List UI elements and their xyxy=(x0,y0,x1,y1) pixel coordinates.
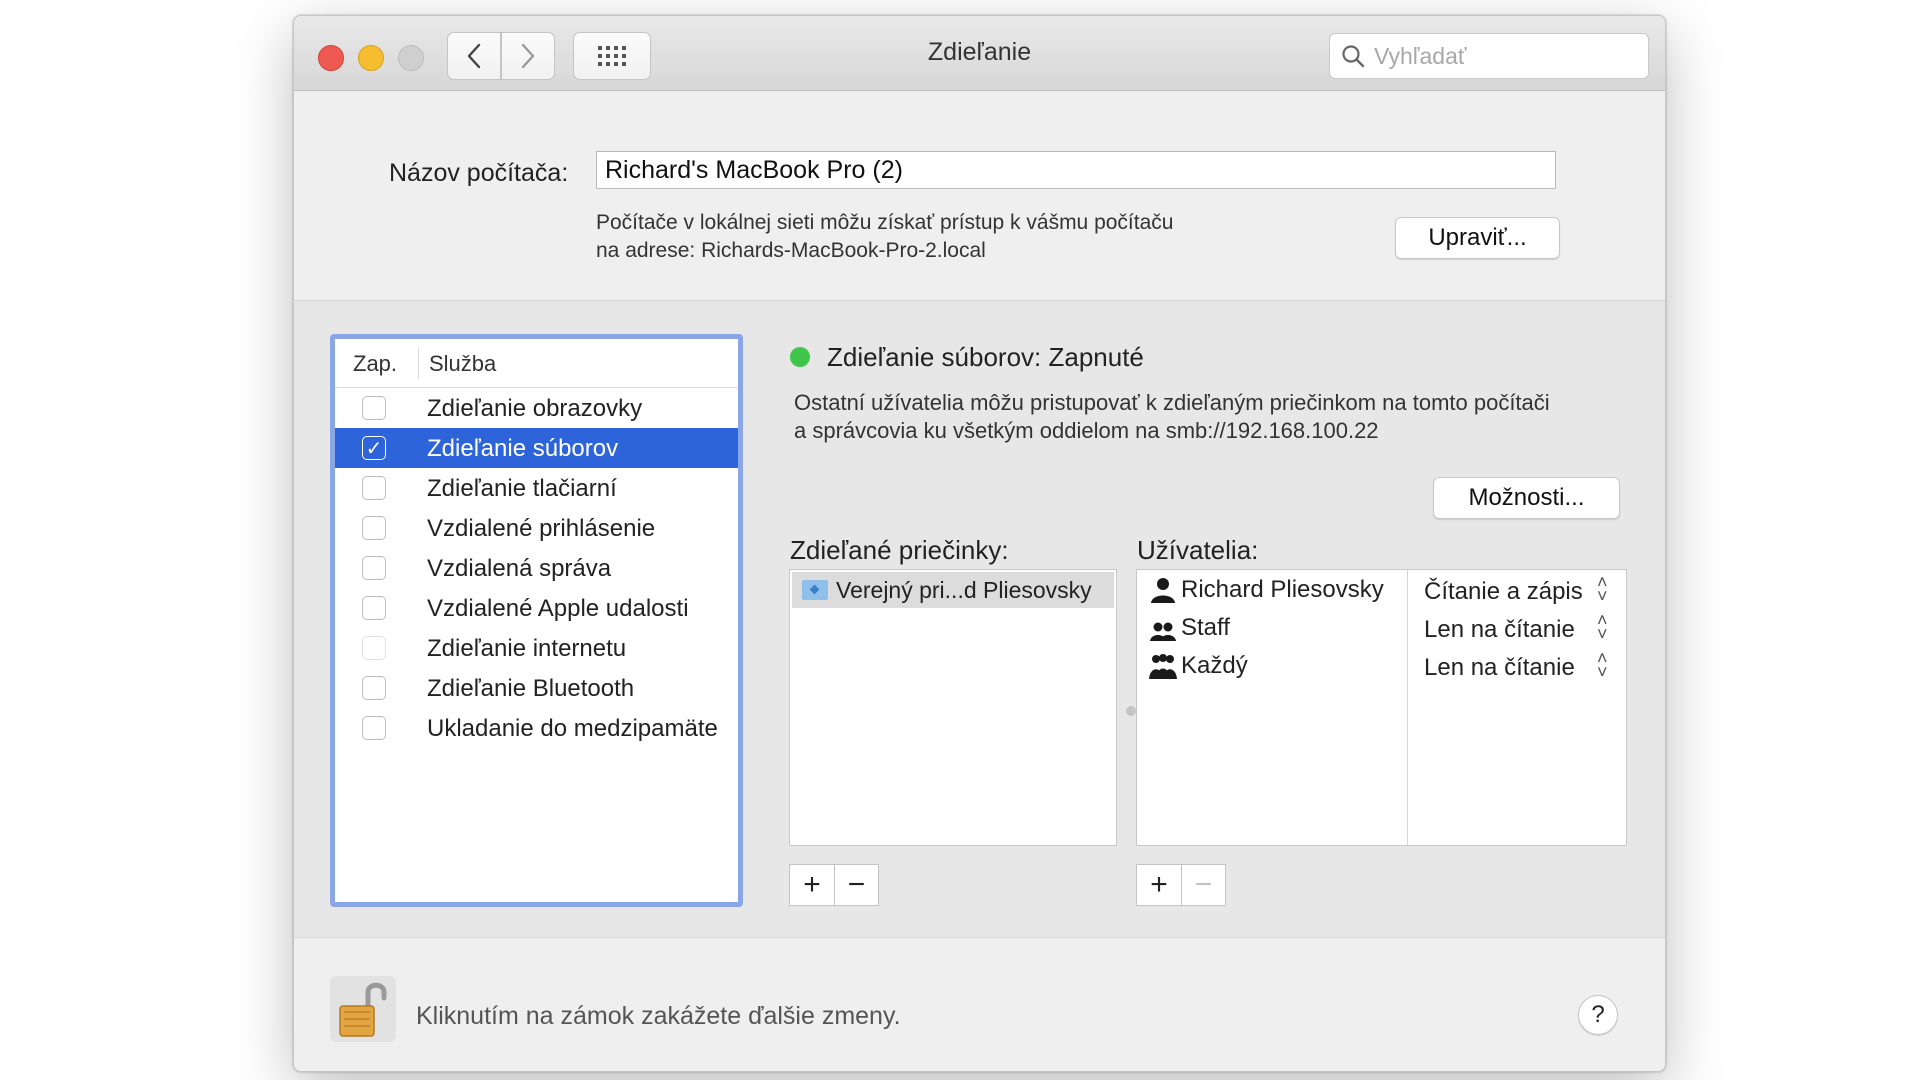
service-label: Vzdialená správa xyxy=(427,555,612,582)
service-row[interactable]: Vzdialené Apple udalosti xyxy=(335,588,738,628)
service-label: Zdieľanie súborov xyxy=(427,435,619,462)
user-row[interactable]: Staff Len na čítanie ˄ ˅ xyxy=(1137,610,1627,646)
folder-icon xyxy=(802,580,828,600)
service-list-header: Zap. Služba xyxy=(335,339,738,388)
description-line-2: a správcovia ku všetkým oddielom na smb:… xyxy=(794,418,1379,443)
service-checkbox[interactable] xyxy=(362,596,386,620)
permission-popup[interactable]: Čítanie a zápis xyxy=(1424,578,1583,606)
remove-folder-button[interactable]: − xyxy=(834,865,878,905)
group-icon xyxy=(1150,622,1176,641)
chevron-up-down-icon: ˄ ˅ xyxy=(1597,648,1608,682)
user-row[interactable]: Každý Len na čítanie ˄ ˅ xyxy=(1137,648,1627,684)
search-field[interactable] xyxy=(1329,33,1649,79)
user-add-remove: + − xyxy=(1136,864,1226,906)
split-view-handle[interactable] xyxy=(1126,706,1136,716)
service-checkbox[interactable] xyxy=(362,556,386,580)
service-status: Zdieľanie súborov: Zapnuté xyxy=(827,342,1144,372)
add-user-button[interactable]: + xyxy=(1137,865,1181,905)
title-bar: Zdieľanie xyxy=(294,16,1665,91)
service-label: Zdieľanie internetu xyxy=(427,635,627,662)
service-label: Zdieľanie tlačiarní xyxy=(427,475,617,502)
options-button[interactable]: Možnosti... xyxy=(1433,477,1620,519)
add-folder-button[interactable]: + xyxy=(790,865,834,905)
permission-popup[interactable]: Len na čítanie xyxy=(1424,654,1575,682)
sharing-main-section: Zap. Služba Zdieľanie obrazovky ✓ Zdieľani… xyxy=(294,301,1665,937)
user-name: Staff xyxy=(1181,614,1230,641)
permission-popup[interactable]: Len na čítanie xyxy=(1424,616,1575,644)
service-label: Zdieľanie obrazovky xyxy=(427,395,643,422)
address-line-1: Počítače v lokálnej sieti môžu získať pr… xyxy=(596,211,1174,234)
user-name: Každý xyxy=(1181,652,1248,679)
service-list: Zap. Služba Zdieľanie obrazovky ✓ Zdieľani… xyxy=(330,334,743,907)
column-header-service[interactable]: Služba xyxy=(429,351,496,377)
users-label: Užívatelia: xyxy=(1137,535,1259,565)
chevron-up-down-icon: ˄ ˅ xyxy=(1597,610,1608,644)
computer-name-field[interactable] xyxy=(596,151,1556,189)
chevron-up-down-icon: ˄ ˅ xyxy=(1597,572,1608,606)
description-line-1: Ostatní užívatelia môžu pristupovať k zd… xyxy=(794,390,1550,415)
unlocked-padlock-icon[interactable] xyxy=(330,976,396,1042)
users-list: Richard Pliesovsky Čítanie a zápis ˄ ˅ St… xyxy=(1136,569,1627,846)
service-checkbox[interactable] xyxy=(362,516,386,540)
service-row[interactable]: Ukladanie do medzipamäte xyxy=(335,708,738,748)
service-row[interactable]: Zdieľanie internetu xyxy=(335,628,738,668)
user-icon xyxy=(1151,578,1175,603)
shared-folders-label: Zdieľané priečinky: xyxy=(790,535,1009,565)
service-checkbox[interactable] xyxy=(362,636,386,660)
search-input[interactable] xyxy=(1372,41,1636,71)
search-icon xyxy=(1342,45,1365,68)
service-checkbox[interactable]: ✓ xyxy=(362,436,386,460)
service-description: Ostatní užívatelia môžu pristupovať k zd… xyxy=(794,389,1550,445)
service-label: Vzdialené prihlásenie xyxy=(427,515,656,542)
footer: Kliknutím na zámok zakážete ďalšie zmeny… xyxy=(294,937,1665,1071)
everyone-icon xyxy=(1149,654,1177,679)
remove-user-button[interactable]: − xyxy=(1181,865,1225,905)
service-checkbox[interactable] xyxy=(362,476,386,500)
user-row[interactable]: Richard Pliesovsky Čítanie a zápis ˄ ˅ xyxy=(1137,572,1627,608)
service-checkbox[interactable] xyxy=(362,676,386,700)
user-name: Richard Pliesovsky xyxy=(1181,576,1384,603)
status-indicator xyxy=(790,347,810,367)
help-button[interactable]: ? xyxy=(1578,995,1618,1035)
shared-folders-list: Verejný pri...d Pliesovsky xyxy=(789,569,1117,846)
folder-add-remove: + − xyxy=(789,864,879,906)
service-row[interactable]: Zdieľanie Bluetooth xyxy=(335,668,738,708)
edit-button[interactable]: Upraviť... xyxy=(1395,217,1560,259)
service-label: Vzdialené Apple udalosti xyxy=(427,595,689,622)
service-row[interactable]: ✓ Zdieľanie súborov xyxy=(335,428,738,468)
lock-message: Kliknutím na zámok zakážete ďalšie zmeny… xyxy=(416,1002,901,1030)
local-address-text: Počítače v lokálnej sieti môžu získať pr… xyxy=(596,209,1173,265)
service-label: Zdieľanie Bluetooth xyxy=(427,675,635,702)
shared-folder-row[interactable]: Verejný pri...d Pliesovsky xyxy=(792,572,1114,608)
service-checkbox[interactable] xyxy=(362,716,386,740)
service-row[interactable]: Vzdialené prihlásenie xyxy=(335,508,738,548)
column-header-on[interactable]: Zap. xyxy=(353,351,397,377)
service-row[interactable]: Zdieľanie tlačiarní xyxy=(335,468,738,508)
service-row[interactable]: Vzdialená správa xyxy=(335,548,738,588)
computer-name-label: Názov počítača: xyxy=(389,159,569,187)
service-row[interactable]: Zdieľanie obrazovky xyxy=(335,388,738,428)
shared-folder-name: Verejný pri...d Pliesovsky xyxy=(836,577,1092,603)
sharing-window: Zdieľanie Názov počítača: Počítače v lok… xyxy=(293,15,1666,1072)
computer-name-section: Názov počítača: Počítače v lokálnej siet… xyxy=(294,91,1665,301)
service-label: Ukladanie do medzipamäte xyxy=(427,715,718,742)
service-checkbox[interactable] xyxy=(362,396,386,420)
address-line-2: na adrese: Richards-MacBook-Pro-2.local xyxy=(596,239,986,262)
